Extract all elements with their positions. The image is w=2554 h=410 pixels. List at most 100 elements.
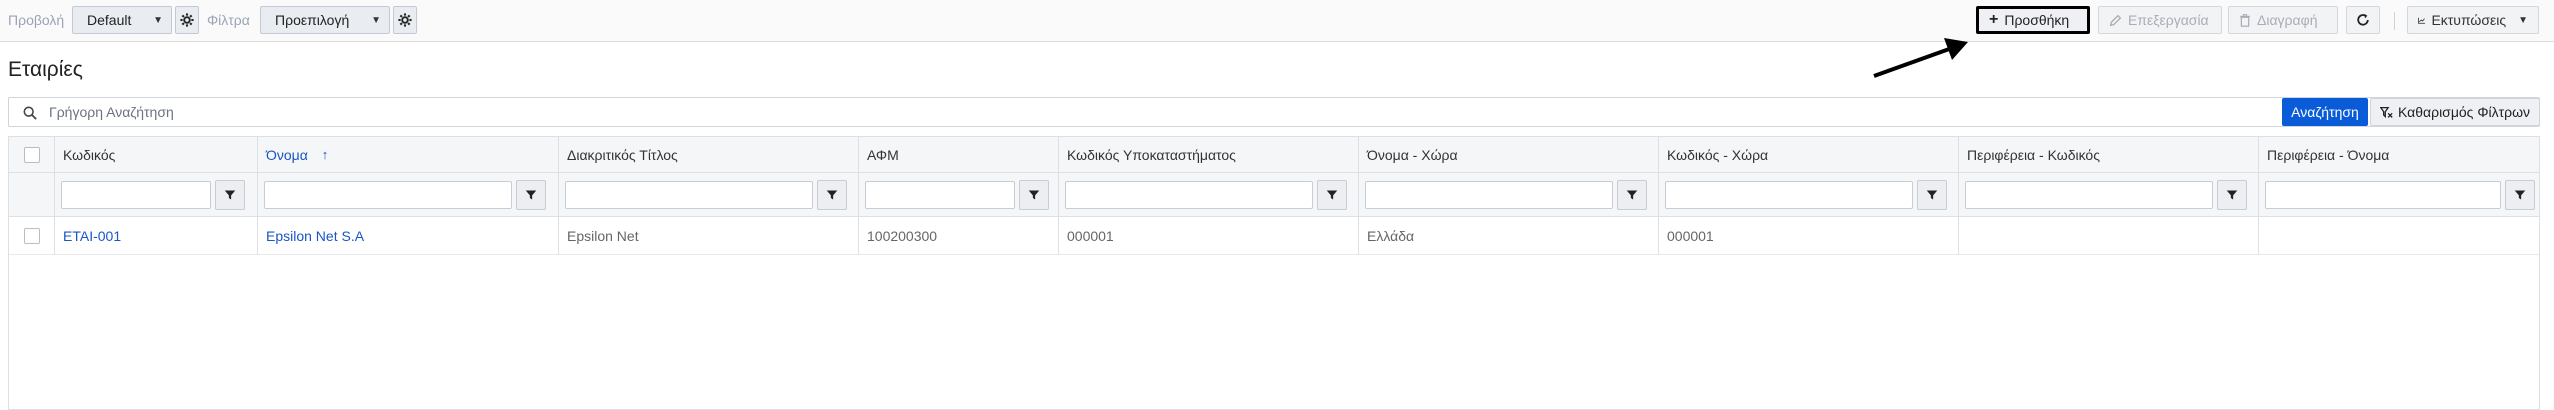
- filter-row: [9, 173, 2539, 217]
- cell-distinctive-title: Epsilon Net: [559, 217, 859, 254]
- cell-country-code: 000001: [1659, 217, 1959, 254]
- caret-down-icon: ▼: [153, 14, 163, 26]
- companies-grid: Κωδικός Όνομα ↑ Διακριτικός Τίτλος ΑΦΜ Κω…: [8, 136, 2540, 410]
- filter-button-name[interactable]: [516, 179, 546, 210]
- delete-button-label: Διαγραφή: [2257, 12, 2318, 28]
- search-icon: [23, 106, 37, 120]
- add-button[interactable]: + Προσθήκη: [1976, 6, 2090, 34]
- clear-filters-button[interactable]: Καθαρισμός Φίλτρων: [2370, 98, 2540, 126]
- column-header-label: Όνομα - Χώρα: [1367, 146, 1458, 163]
- table-row[interactable]: ETAI-001 Epsilon Net S.A Epsilon Net 100…: [9, 217, 2539, 255]
- column-header-country-code[interactable]: Κωδικός - Χώρα: [1659, 137, 1959, 172]
- toolbar-divider: [2394, 12, 2395, 30]
- column-header-country-name[interactable]: Όνομα - Χώρα: [1359, 137, 1659, 172]
- column-header-code[interactable]: Κωδικός: [55, 137, 258, 172]
- filter-cell-code: [55, 173, 258, 216]
- view-label: Προβολή: [8, 12, 65, 28]
- filter-icon: [2514, 190, 2526, 199]
- column-header-label: ΑΦΜ: [867, 146, 899, 163]
- filter-icon: [1028, 190, 1040, 199]
- search-button[interactable]: Αναζήτηση: [2282, 98, 2368, 126]
- filters-label: Φίλτρα: [207, 12, 250, 28]
- cell-vat: 100200300: [859, 217, 1059, 254]
- filters-dropdown[interactable]: Προεπιλογή ▼: [260, 6, 390, 34]
- sort-ascending-icon: ↑: [321, 147, 329, 162]
- header-row: Κωδικός Όνομα ↑ Διακριτικός Τίτλος ΑΦΜ Κω…: [9, 137, 2539, 173]
- chart-line-icon: [2418, 17, 2425, 24]
- prints-dropdown-label: Εκτυπώσεις: [2431, 12, 2507, 28]
- filter-input-region-name[interactable]: [2265, 180, 2501, 209]
- column-header-distinctive-title[interactable]: Διακριτικός Τίτλος: [559, 137, 859, 172]
- delete-button[interactable]: Διαγραφή: [2228, 6, 2338, 34]
- filter-button-code[interactable]: [215, 179, 245, 210]
- filter-button-vat[interactable]: [1019, 179, 1049, 210]
- filter-icon: [525, 190, 537, 199]
- quick-search-input[interactable]: [47, 101, 2247, 123]
- column-header-vat[interactable]: ΑΦΜ: [859, 137, 1059, 172]
- filter-cell-distinctive-title: [559, 173, 859, 216]
- view-settings-button[interactable]: [175, 6, 199, 34]
- column-header-label: Κωδικός: [63, 146, 116, 163]
- filter-input-region-code[interactable]: [1965, 180, 2213, 209]
- filters-dropdown-value: Προεπιλογή: [275, 12, 350, 28]
- column-header-region-code[interactable]: Περιφέρεια - Κωδικός: [1959, 137, 2259, 172]
- filter-button-country-name[interactable]: [1617, 179, 1647, 210]
- select-all-cell: [9, 137, 55, 172]
- filter-button-region-code[interactable]: [2217, 179, 2247, 210]
- add-button-label: Προσθήκη: [2004, 12, 2070, 28]
- filter-icon: [1326, 190, 1338, 199]
- filter-icon: [2226, 190, 2238, 199]
- filters-settings-button[interactable]: [393, 6, 417, 34]
- pencil-icon: [2109, 14, 2122, 26]
- filter-button-region-name[interactable]: [2505, 179, 2535, 210]
- cell-country-name: Ελλάδα: [1359, 217, 1659, 254]
- filter-button-distinctive-title[interactable]: [817, 179, 847, 210]
- filter-icon: [826, 190, 838, 199]
- filter-clear-icon: [2379, 106, 2393, 118]
- gear-icon: [180, 13, 194, 27]
- select-all-checkbox[interactable]: [23, 146, 40, 163]
- page-title: Εταιρίες: [8, 58, 83, 81]
- prints-dropdown[interactable]: Εκτυπώσεις ▼: [2407, 6, 2539, 34]
- filter-button-branch-code[interactable]: [1317, 179, 1347, 210]
- column-header-name[interactable]: Όνομα ↑: [258, 137, 559, 172]
- refresh-button[interactable]: [2346, 6, 2380, 34]
- quick-search-bar: [8, 97, 2540, 127]
- gear-icon: [398, 13, 412, 27]
- filter-cell-region-name: [2259, 173, 2539, 216]
- filter-icon: [1626, 190, 1638, 199]
- column-header-label: Κωδικός Υποκαταστήματος: [1067, 146, 1236, 163]
- cell-name[interactable]: Epsilon Net S.A: [258, 217, 559, 254]
- filter-icon: [1926, 190, 1938, 199]
- plus-icon: +: [1989, 11, 1999, 28]
- cell-region-code: [1959, 217, 2259, 254]
- edit-button-label: Επεξεργασία: [2128, 12, 2209, 28]
- row-checkbox[interactable]: [23, 227, 40, 244]
- filter-input-vat[interactable]: [865, 180, 1015, 209]
- cell-branch-code: 000001: [1059, 217, 1359, 254]
- filter-input-branch-code[interactable]: [1065, 180, 1313, 209]
- cell-code[interactable]: ETAI-001: [55, 217, 258, 254]
- view-dropdown-value: Default: [87, 12, 132, 28]
- column-header-label: Διακριτικός Τίτλος: [567, 146, 678, 163]
- filter-cell-region-code: [1959, 173, 2259, 216]
- column-header-label: Όνομα: [266, 146, 308, 163]
- filter-input-country-name[interactable]: [1365, 180, 1613, 209]
- column-header-branch-code[interactable]: Κωδικός Υποκαταστήματος: [1059, 137, 1359, 172]
- filter-cell-country-name: [1359, 173, 1659, 216]
- column-header-label: Περιφέρεια - Όνομα: [2267, 146, 2390, 163]
- refresh-icon: [2357, 13, 2369, 26]
- edit-button[interactable]: Επεξεργασία: [2098, 6, 2222, 34]
- filter-spacer: [9, 173, 55, 216]
- filter-input-name[interactable]: [264, 180, 512, 209]
- filter-input-distinctive-title[interactable]: [565, 180, 813, 209]
- filter-button-country-code[interactable]: [1917, 179, 1947, 210]
- view-dropdown[interactable]: Default ▼: [72, 6, 172, 34]
- column-header-label: Κωδικός - Χώρα: [1667, 146, 1769, 163]
- trash-icon: [2240, 13, 2250, 27]
- column-header-region-name[interactable]: Περιφέρεια - Όνομα: [2259, 137, 2539, 172]
- clear-filters-label: Καθαρισμός Φίλτρων: [2397, 104, 2531, 120]
- row-select-cell: [9, 217, 55, 254]
- filter-input-code[interactable]: [61, 180, 211, 209]
- filter-input-country-code[interactable]: [1665, 180, 1913, 209]
